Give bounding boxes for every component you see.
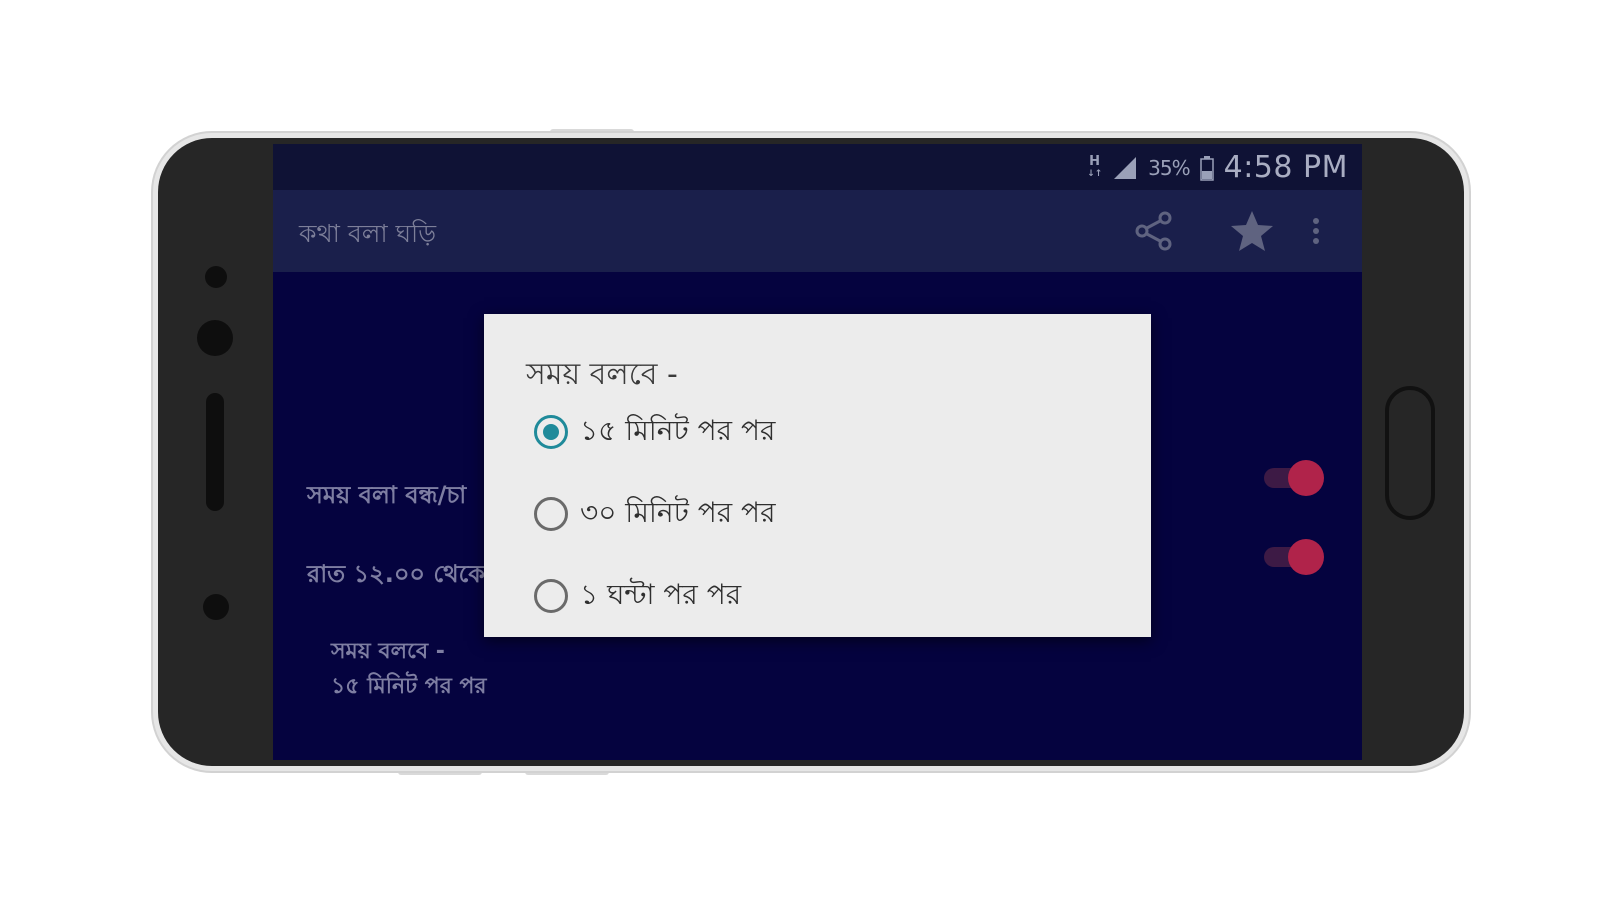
share-icon[interactable] [1133, 210, 1175, 252]
radio-option-15min[interactable]: ১৫ মিনিট পর পর [534, 404, 775, 460]
radio-button[interactable] [534, 497, 568, 531]
radio-option-label: ১ ঘন্টা পর পর [580, 577, 742, 611]
toggle-thumb [1288, 539, 1324, 575]
setting-speaking-label: সময় বলা বন্ধ/চা [307, 481, 467, 509]
signal-icon [1114, 156, 1137, 179]
night-toggle[interactable] [1264, 539, 1324, 575]
radio-button-checked[interactable] [534, 415, 568, 449]
more-vert-icon[interactable] [1303, 208, 1329, 254]
phone-top-button [550, 129, 634, 136]
speaking-toggle[interactable] [1264, 460, 1324, 496]
dialog-title: সময় বলবে - [526, 357, 678, 392]
phone-speaker [206, 393, 224, 511]
status-bar: H ↓↑ 35% 4:58 PM [273, 144, 1362, 190]
battery-percent: 35% [1148, 155, 1190, 180]
toggle-thumb [1288, 460, 1324, 496]
radio-option-label: ১৫ মিনিট পর পর [580, 413, 776, 447]
network-type: H [1089, 153, 1101, 169]
radio-button[interactable] [534, 579, 568, 613]
phone-sensor-bottom [203, 594, 229, 620]
interval-setting-value: ১৫ মিনিট পর পর [331, 674, 487, 699]
network-activity: ↓↑ [1087, 168, 1103, 179]
interval-setting-title: সময় বলবে - [331, 639, 445, 664]
phone-screen: H ↓↑ 35% 4:58 PM কথা বলা ঘড়ি সময় বলা ব… [273, 144, 1362, 760]
interval-dialog: সময় বলবে - ১৫ মিনিট পর পর ৩০ মিনিট পর প… [484, 314, 1151, 637]
radio-option-label: ৩০ মিনিট পর পর [580, 495, 776, 529]
radio-option-1hour[interactable]: ১ ঘন্টা পর পর [534, 568, 741, 624]
network-indicator: H ↓↑ [1087, 155, 1102, 181]
phone-bottom-button-right [525, 768, 609, 775]
app-bar: কথা বলা ঘড়ি [273, 190, 1362, 272]
status-clock: 4:58 PM [1223, 150, 1348, 185]
setting-night-label: রাত ১২.০০ থেকে [307, 560, 486, 588]
star-icon[interactable] [1229, 208, 1275, 254]
radio-option-30min[interactable]: ৩০ মিনিট পর পর [534, 486, 775, 542]
phone-bottom-button-left [398, 768, 482, 775]
home-button[interactable] [1385, 386, 1435, 520]
front-camera [197, 320, 233, 356]
interval-setting[interactable]: সময় বলবে - ১৫ মিনিট পর পর [331, 634, 487, 704]
phone-sensor [205, 266, 227, 288]
app-title: কথা বলা ঘড়ি [299, 219, 437, 248]
battery-icon [1199, 155, 1214, 181]
